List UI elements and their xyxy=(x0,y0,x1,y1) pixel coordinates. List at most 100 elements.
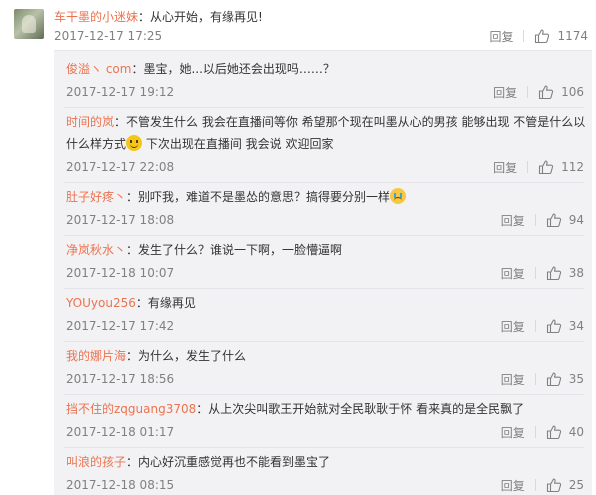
colon-separator: ： xyxy=(135,296,148,310)
reply-text-line: 净岚秋水丶：发生了什么？谁说一下啊，一脸懵逼啊 xyxy=(66,239,586,261)
colon-separator: ： xyxy=(114,115,127,129)
reply-content: 别吓我，难道不是墨怂的意思？搞得要分别一样 xyxy=(138,190,391,204)
colon-separator: ： xyxy=(138,10,151,24)
username-link[interactable]: 挡不住的zqguang3708 xyxy=(66,402,196,416)
username-link[interactable]: 叫浪的孩子 xyxy=(66,455,126,469)
reply-button[interactable]: 回复 xyxy=(501,318,525,335)
colon-separator: ： xyxy=(196,402,209,416)
like-count: 1174 xyxy=(557,29,588,43)
action-divider xyxy=(534,267,536,279)
reply-button[interactable]: 回复 xyxy=(501,212,525,229)
reply-button[interactable]: 回复 xyxy=(493,159,517,176)
like-count: 35 xyxy=(568,372,584,386)
colon-separator: ： xyxy=(126,349,139,363)
reply-button[interactable]: 回复 xyxy=(501,265,525,282)
cry-emoji-icon xyxy=(390,188,407,204)
reply-actions: 回复 106 xyxy=(493,84,584,100)
reply-actions: 回复 34 xyxy=(501,318,584,334)
thumbs-up-icon xyxy=(546,425,561,440)
like-button[interactable]: 34 xyxy=(546,318,584,334)
like-count: 38 xyxy=(568,266,584,280)
colon-separator: ： xyxy=(126,455,139,469)
reply-divider xyxy=(64,107,584,108)
like-count: 94 xyxy=(568,213,584,227)
timestamp: 2017-12-17 18:08 xyxy=(66,213,175,227)
thumbs-up-icon xyxy=(546,266,561,281)
like-count: 34 xyxy=(568,319,584,333)
reply-content: 墨宝，她...以后她还会出现吗……？ xyxy=(143,62,335,76)
main-comment: 车干墨的小迷妹：从心开始，有缘再见! 2017-12-17 17:25 回复 1… xyxy=(0,0,596,50)
username-link[interactable]: 我的娜片海 xyxy=(66,349,126,363)
reply-actions: 回复 94 xyxy=(501,212,584,228)
username-link[interactable]: 净岚秋水丶 xyxy=(66,243,126,257)
action-divider xyxy=(527,161,529,173)
like-button[interactable]: 25 xyxy=(546,477,584,493)
action-divider xyxy=(534,479,536,491)
reply-item: 时间的岚：不管发生什么 我会在直播间等你 希望那个现在叫墨从心的男孩 能够出现 … xyxy=(54,111,592,179)
timestamp: 2017-12-17 17:25 xyxy=(54,29,163,43)
reply-actions: 回复 25 xyxy=(501,477,584,493)
reply-text-line: 肚子好疼丶：别吓我，难道不是墨怂的意思？搞得要分别一样 xyxy=(66,186,586,208)
reply-actions: 回复 40 xyxy=(501,424,584,440)
username-link[interactable]: YOUyou256 xyxy=(66,296,136,310)
reply-item: 挡不住的zqguang3708：从上次尖叫歌王开始就对全民耿耿于怀 看来真的是全… xyxy=(54,398,592,444)
username-link[interactable]: 肚子好疼丶 xyxy=(66,190,126,204)
thumbs-up-icon xyxy=(546,478,561,493)
reply-content: 为什么，发生了什么 xyxy=(138,349,247,363)
avatar[interactable] xyxy=(14,9,44,39)
reply-divider xyxy=(64,341,584,342)
reply-button[interactable]: 回复 xyxy=(493,84,517,101)
reply-button[interactable]: 回复 xyxy=(501,477,525,494)
reply-button[interactable]: 回复 xyxy=(489,28,513,45)
thumbs-up-icon xyxy=(546,372,561,387)
timestamp: 2017-12-18 08:15 xyxy=(66,478,175,492)
reply-text-line: 俊溢ヽ com：墨宝，她...以后她还会出现吗……？ xyxy=(66,58,586,80)
username-link[interactable]: 时间的岚 xyxy=(66,115,114,129)
reply-text-line: 我的娜片海：为什么，发生了什么 xyxy=(66,345,586,367)
reply-content: 发生了什么？谁说一下啊，一脸懵逼啊 xyxy=(138,243,343,257)
reply-item: 肚子好疼丶：别吓我，难道不是墨怂的意思？搞得要分别一样 2017-12-17 1… xyxy=(54,186,592,232)
thumbs-up-icon xyxy=(546,319,561,334)
comment-actions: 回复 1174 xyxy=(489,28,588,44)
timestamp: 2017-12-17 19:12 xyxy=(66,85,175,99)
like-button[interactable]: 38 xyxy=(546,265,584,281)
action-divider xyxy=(534,320,536,332)
reply-content: 有缘再见 xyxy=(147,296,196,310)
reply-actions: 回复 35 xyxy=(501,371,584,387)
thumbs-up-icon xyxy=(539,85,554,100)
like-button[interactable]: 40 xyxy=(546,424,584,440)
username-link[interactable]: 俊溢ヽ com xyxy=(66,62,131,76)
like-button[interactable]: 112 xyxy=(538,159,584,175)
colon-separator: ： xyxy=(126,243,139,257)
like-button[interactable]: 94 xyxy=(546,212,584,228)
action-divider xyxy=(527,86,529,98)
reply-item: 俊溢ヽ com：墨宝，她...以后她还会出现吗……？ 2017-12-17 19… xyxy=(54,58,592,104)
reply-text-line: 时间的岚：不管发生什么 我会在直播间等你 希望那个现在叫墨从心的男孩 能够出现 … xyxy=(66,111,586,155)
reply-divider xyxy=(64,447,584,448)
action-divider xyxy=(534,373,536,385)
timestamp: 2017-12-17 18:56 xyxy=(66,372,175,386)
like-button[interactable]: 1174 xyxy=(534,28,588,44)
reply-divider xyxy=(64,235,584,236)
like-button[interactable]: 106 xyxy=(538,84,584,100)
timestamp: 2017-12-18 01:17 xyxy=(66,425,175,439)
colon-separator: ： xyxy=(131,62,144,76)
reply-content: 内心好沉重感觉再也不能看到墨宝了 xyxy=(138,455,331,469)
comment-content: 从心开始，有缘再见! xyxy=(150,10,263,24)
timestamp: 2017-12-17 22:08 xyxy=(66,160,175,174)
thumbs-up-icon xyxy=(535,29,550,44)
reply-button[interactable]: 回复 xyxy=(501,424,525,441)
reply-item: YOUyou256：有缘再见 2017-12-17 17:42 回复 34 xyxy=(54,292,592,338)
like-count: 112 xyxy=(561,160,584,174)
reply-divider xyxy=(64,288,584,289)
action-divider xyxy=(534,426,536,438)
colon-separator: ： xyxy=(126,190,139,204)
like-count: 25 xyxy=(568,478,584,492)
like-button[interactable]: 35 xyxy=(546,371,584,387)
reply-actions: 回复 38 xyxy=(501,265,584,281)
like-count: 40 xyxy=(568,425,584,439)
like-count: 106 xyxy=(561,85,584,99)
reply-divider xyxy=(64,394,584,395)
reply-button[interactable]: 回复 xyxy=(501,371,525,388)
username-link[interactable]: 车干墨的小迷妹 xyxy=(54,10,138,24)
